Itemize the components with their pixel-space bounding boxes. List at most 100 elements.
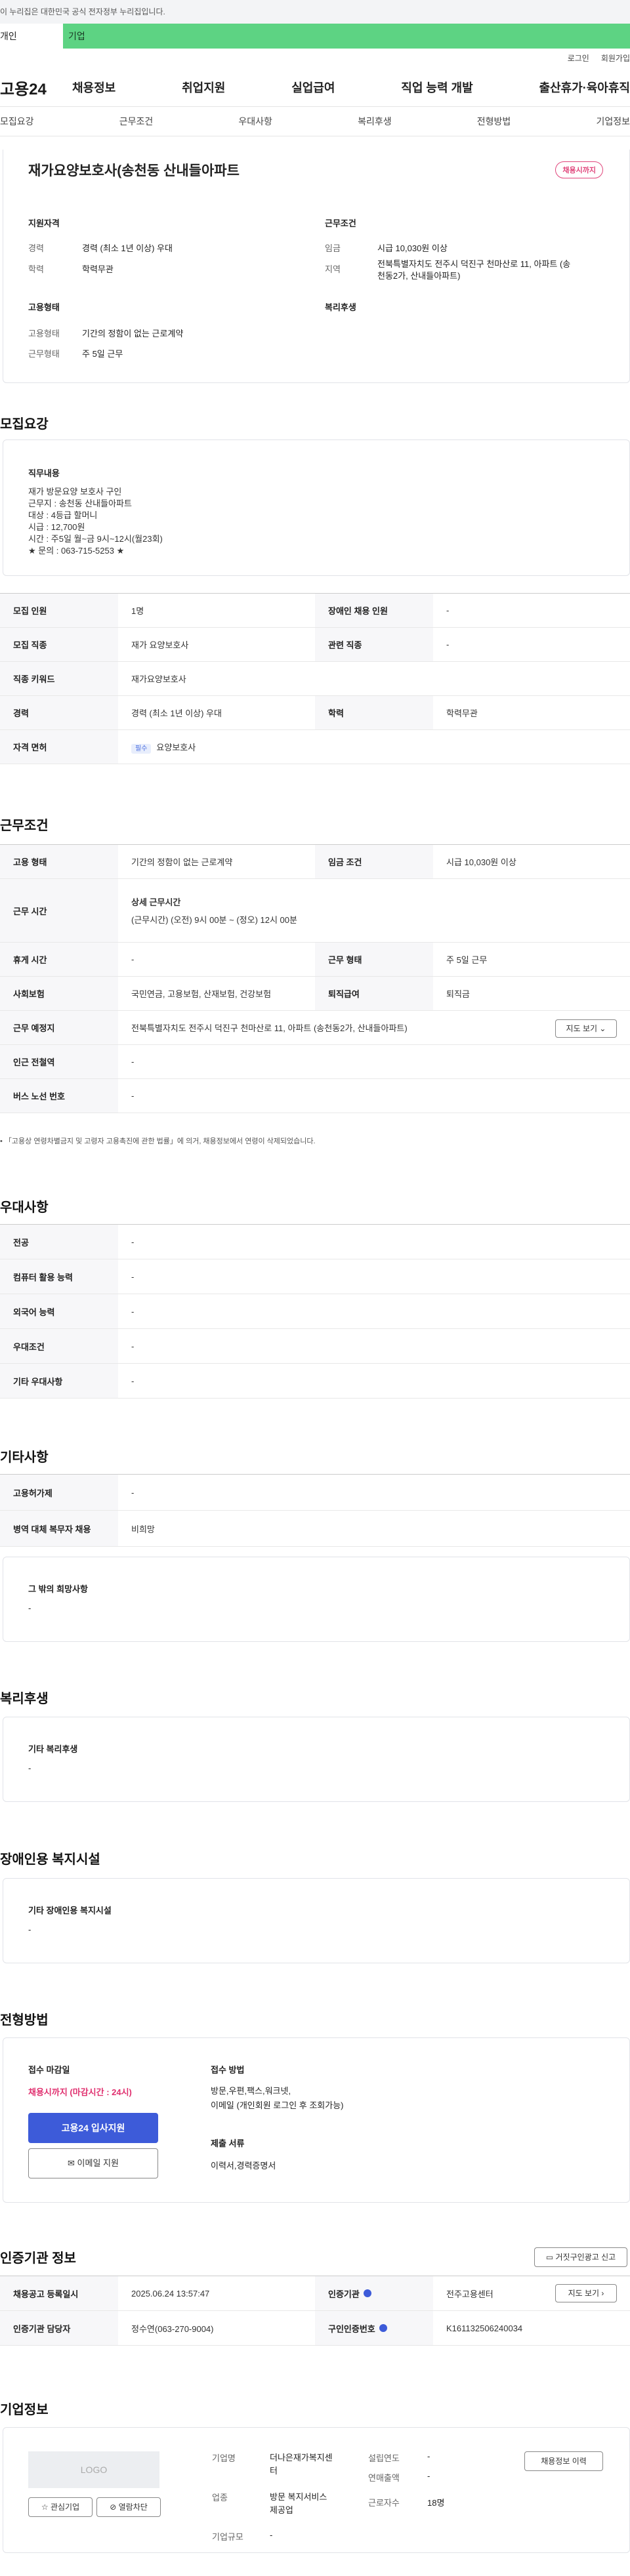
table-row: 모집 직종 재가 요양보호사 관련 직종 - (0, 628, 630, 662)
gnb-item-training[interactable]: 직업 능력 개발 (401, 79, 472, 96)
industry-label: 업종 (212, 2493, 228, 2503)
workcond-table: 고용 형태 기간의 정함이 없는 근로계약 임금 조건 시급 10,030원 이상 근… (0, 844, 630, 1113)
tab-company[interactable]: 기업정보 (596, 115, 630, 128)
row-label: 모집 인원 (0, 594, 118, 627)
info-icon[interactable] (379, 2324, 387, 2332)
table-row: 모집 인원 1명 장애인 채용 인원 - (0, 594, 630, 628)
table-row: 전공 - (0, 1225, 630, 1259)
welfare-value: - (28, 1763, 32, 1773)
gnb-item-jobs[interactable]: 채용정보 (72, 79, 116, 96)
block-icon: ⊘ (110, 2503, 117, 2512)
row-value: - (131, 1091, 135, 1101)
user-type-bar: 개인 기업 (0, 24, 630, 49)
row-value: 시급 10,030원 이상 (446, 857, 516, 867)
year-value: - (427, 2451, 430, 2461)
row-label: 직종 키워드 (0, 662, 118, 695)
cert-section-title: 인증기관 정보 (0, 2251, 76, 2266)
row-value: 학력무관 (446, 708, 478, 718)
education-label: 학력 (28, 264, 44, 274)
pref-section-title: 우대사항 (0, 1200, 49, 1215)
row-label: 근무 형태 (315, 943, 433, 976)
deadline-label: 접수 마감일 (28, 2065, 70, 2075)
document-icon: ▭ (545, 2253, 554, 2262)
welfare-section-title: 복리후생 (0, 1692, 49, 1706)
email-button-label: 이메일 지원 (77, 2158, 119, 2168)
worktype-value: 주 5일 근무 (82, 349, 123, 359)
chevron-right-icon: › (601, 2289, 604, 2298)
row-label: 버스 노선 번호 (0, 1079, 118, 1113)
company-section-title: 기업정보 (0, 2403, 49, 2417)
qualification-title: 지원자격 (28, 218, 60, 228)
row-label: 컴퓨터 활용 능력 (0, 1259, 118, 1294)
docs-label: 제출 서류 (211, 2138, 245, 2148)
row-value: - (131, 1237, 135, 1247)
table-row: 외국어 능력 - (0, 1294, 630, 1329)
emptype-label: 고용형태 (28, 329, 60, 338)
email-apply-button[interactable]: ✉ 이메일 지원 (28, 2148, 158, 2178)
company-name-value: 더나은재가복지센 터 (270, 2451, 333, 2478)
map-view-button[interactable]: 지도 보기 ⌄ (555, 1019, 617, 1038)
info-icon[interactable] (363, 2289, 371, 2297)
table-row: 컴퓨터 활용 능력 - (0, 1259, 630, 1294)
company-logo: LOGO (28, 2451, 159, 2488)
row-label: 기타 우대사항 (0, 1364, 118, 1398)
row-label: 근무 예정지 (0, 1011, 118, 1044)
disab-card: 기타 장애인용 복지시설 - (3, 1878, 630, 1963)
favorite-company-button[interactable]: ☆ 관심기업 (28, 2497, 93, 2517)
gnb-item-benefit[interactable]: 실업급여 (291, 79, 335, 96)
row-label: 인증기관 (315, 2276, 433, 2310)
gnb-item-leave[interactable]: 출산휴가·육아휴직 (539, 79, 630, 96)
company-card: LOGO ☆ 관심기업 ⊘ 열람차단 기업명 더나은재가복지센 터 설립연도 - … (3, 2427, 630, 2553)
gnb-item-support[interactable]: 취업지원 (182, 79, 225, 96)
license-value: 요양보호사 (156, 743, 196, 752)
cert-table: 채용공고 등록일시 2025.06.24 13:57:47 인증기관 전주고용센터 지도… (0, 2276, 630, 2346)
career-value: 경력 (최소 1년 이상) 우대 (82, 243, 173, 253)
duty-line: 근무지 : 송천동 산내들아파트 (28, 499, 132, 508)
table-row: 버스 노선 번호 - (0, 1079, 630, 1113)
required-tag: 필수 (131, 744, 152, 754)
wage-label: 임금 (325, 243, 341, 253)
global-nav: 고용24 채용정보 취업지원 실업급여 직업 능력 개발 출산휴가·육아휴직 (0, 68, 630, 107)
site-logo[interactable]: 고용24 (0, 76, 72, 99)
report-button[interactable]: ▭ 거짓구인광고 신고 (534, 2247, 627, 2267)
area-line-1: 전북특별자치도 전주시 덕진구 천마산로 11, 아파트 (송 (377, 259, 571, 269)
row-label: 인증기관 담당자 (0, 2311, 118, 2345)
condition-title: 근무조건 (325, 218, 356, 228)
row-label: 모집 직종 (0, 628, 118, 661)
cert-map-button[interactable]: 지도 보기 › (555, 2284, 617, 2302)
area-label: 지역 (325, 264, 341, 274)
tab-conditions[interactable]: 근무조건 (119, 115, 154, 128)
company-tab[interactable]: 기업 (63, 24, 630, 49)
duty-title: 직무내용 (28, 468, 60, 478)
row-value: - (131, 1057, 135, 1067)
table-row: 근무 예정지 전북특별자치도 전주시 덕진구 천마산로 11, 아파트 (송천동2… (0, 1011, 630, 1045)
tab-preferences[interactable]: 우대사항 (238, 115, 272, 128)
row-value: - (131, 1306, 135, 1317)
method-line: 방문,우편,팩스,워크넷, (211, 2086, 291, 2096)
row-label: 인근 전철역 (0, 1045, 118, 1078)
row-value: - (131, 1271, 135, 1282)
tab-welfare[interactable]: 복리후생 (358, 115, 392, 128)
fav-label: 관심기업 (50, 2503, 80, 2512)
row-label: 퇴직급여 (315, 977, 433, 1010)
apply-button[interactable]: 고용24 입사지원 (28, 2113, 158, 2143)
row-label: 구인인증번호 (315, 2311, 433, 2345)
personal-tab[interactable]: 개인 (0, 24, 63, 49)
login-link[interactable]: 로그인 (568, 54, 589, 63)
duty-line: 시급 : 12,700원 (28, 522, 85, 532)
job-summary-card: 재가요양보호사(송천동 산내들아파트 채용시까지 지원자격 경력 경력 (최소 … (3, 150, 630, 383)
wage-value: 시급 10,030원 이상 (377, 243, 448, 253)
tab-process[interactable]: 전형방법 (477, 115, 511, 128)
disab-sub: 기타 장애인용 복지시설 (28, 1906, 112, 1915)
table-row: 기타 우대사항 - (0, 1364, 630, 1399)
row-value: 주 5일 근무 (446, 955, 488, 965)
tab-recruit[interactable]: 모집요강 (0, 115, 34, 128)
block-company-button[interactable]: ⊘ 열람차단 (96, 2497, 161, 2517)
join-link[interactable]: 회원가입 (601, 54, 630, 63)
row-label: 고용 형태 (0, 845, 118, 878)
job-history-button[interactable]: 채용정보 이력 (524, 2451, 603, 2471)
block-label: 열람차단 (118, 2503, 148, 2512)
area-line-2: 천동2가, 산내들아파트) (377, 271, 461, 281)
row-value: - (446, 605, 450, 615)
table-row: 경력 경력 (최소 1년 이상) 우대 학력 학력무관 (0, 696, 630, 730)
